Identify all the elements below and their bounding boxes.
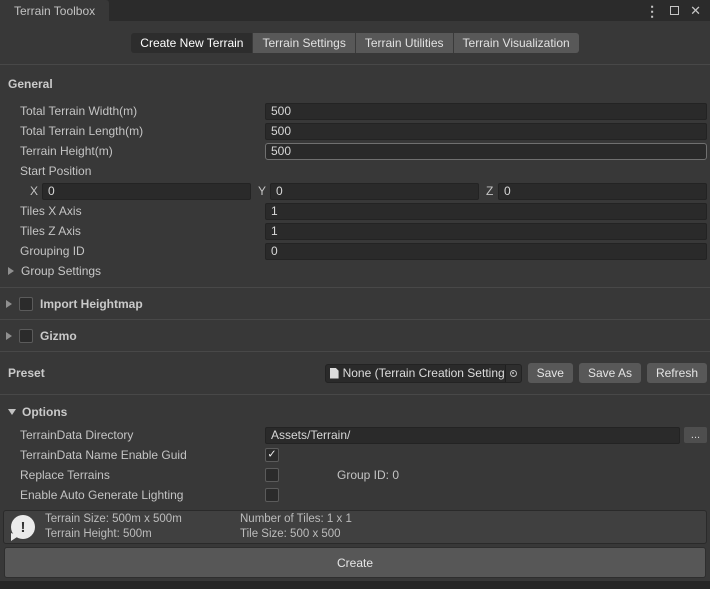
group-settings-foldout[interactable]: Group Settings bbox=[0, 261, 710, 281]
tab-label: Terrain Utilities bbox=[365, 36, 444, 50]
total-terrain-length-input[interactable] bbox=[265, 123, 707, 140]
tab-create-new-terrain[interactable]: Create New Terrain bbox=[131, 33, 253, 53]
chevron-right-icon bbox=[6, 300, 12, 308]
toolbar: Create New Terrain Terrain Settings Terr… bbox=[0, 21, 710, 64]
menu-icon[interactable]: ⋮ bbox=[645, 4, 659, 18]
window-tab[interactable]: Terrain Toolbox bbox=[0, 0, 109, 21]
document-icon bbox=[330, 368, 339, 379]
terrain-height-label: Terrain Height(m) bbox=[0, 144, 265, 158]
info-right-column: Number of Tiles: 1 x 1 Tile Size: 500 x … bbox=[240, 512, 352, 542]
import-heightmap-checkbox[interactable] bbox=[19, 297, 33, 311]
start-position-x-input[interactable] bbox=[42, 183, 251, 200]
terraindata-guid-label: TerrainData Name Enable Guid bbox=[0, 448, 265, 462]
object-picker-icon bbox=[510, 370, 517, 377]
total-terrain-length-row: Total Terrain Length(m) bbox=[0, 121, 710, 141]
browse-button[interactable]: ... bbox=[684, 427, 707, 443]
window-bottom-edge bbox=[0, 581, 710, 589]
preset-object-field[interactable]: None (Terrain Creation Setting bbox=[325, 364, 522, 383]
chevron-right-icon bbox=[6, 332, 12, 340]
total-terrain-width-input[interactable] bbox=[265, 103, 707, 120]
gizmo-label: Gizmo bbox=[40, 329, 77, 343]
z-axis-label: Z bbox=[486, 184, 498, 198]
save-button[interactable]: Save bbox=[528, 363, 573, 383]
preset-label: Preset bbox=[0, 366, 45, 380]
terrain-height-text: Terrain Height: 500m bbox=[45, 527, 240, 542]
group-settings-label: Group Settings bbox=[21, 264, 101, 278]
import-heightmap-section[interactable]: Import Heightmap bbox=[0, 288, 710, 319]
auto-lighting-checkbox[interactable] bbox=[265, 488, 279, 502]
gizmo-checkbox[interactable] bbox=[19, 329, 33, 343]
tiles-x-input[interactable] bbox=[265, 203, 707, 220]
replace-terrains-label: Replace Terrains bbox=[0, 468, 265, 482]
tab-label: Terrain Visualization bbox=[463, 36, 570, 50]
tab-group: Create New Terrain Terrain Settings Terr… bbox=[131, 33, 578, 53]
preset-row: Preset None (Terrain Creation Setting Sa… bbox=[0, 352, 710, 394]
tiles-x-label: Tiles X Axis bbox=[0, 204, 265, 218]
grouping-id-label: Grouping ID bbox=[0, 244, 265, 258]
preset-object-value: None (Terrain Creation Setting bbox=[343, 366, 505, 380]
terraindata-directory-row: TerrainData Directory ... bbox=[0, 425, 710, 445]
object-picker-button[interactable] bbox=[505, 365, 521, 382]
tiles-z-row: Tiles Z Axis bbox=[0, 221, 710, 241]
tiles-z-label: Tiles Z Axis bbox=[0, 224, 265, 238]
tiles-z-input[interactable] bbox=[265, 223, 707, 240]
import-heightmap-label: Import Heightmap bbox=[40, 297, 143, 311]
info-icon: ! bbox=[11, 515, 35, 539]
window-title: Terrain Toolbox bbox=[14, 4, 95, 18]
title-bar: Terrain Toolbox ⋮ ✕ bbox=[0, 0, 710, 21]
terraindata-guid-checkbox[interactable]: ✓ bbox=[265, 448, 279, 462]
tab-label: Terrain Settings bbox=[262, 36, 345, 50]
start-position-xyz-row: X Y Z bbox=[0, 181, 710, 201]
terrain-height-row: Terrain Height(m) bbox=[0, 141, 710, 161]
save-as-button[interactable]: Save As bbox=[579, 363, 641, 383]
group-id-text: Group ID: 0 bbox=[337, 468, 399, 482]
total-terrain-width-label: Total Terrain Width(m) bbox=[0, 104, 265, 118]
create-button[interactable]: Create bbox=[4, 547, 706, 578]
grouping-id-row: Grouping ID bbox=[0, 241, 710, 261]
check-icon: ✓ bbox=[267, 449, 276, 460]
start-position-y-input[interactable] bbox=[270, 183, 479, 200]
exclamation-glyph: ! bbox=[21, 519, 26, 536]
terrain-height-input[interactable] bbox=[265, 143, 707, 160]
replace-terrains-row: Replace Terrains Group ID: 0 bbox=[0, 465, 710, 485]
y-axis-label: Y bbox=[258, 184, 270, 198]
tab-terrain-visualization[interactable]: Terrain Visualization bbox=[454, 33, 579, 53]
start-position-label: Start Position bbox=[0, 164, 91, 178]
start-position-row: Start Position bbox=[0, 161, 710, 181]
maximize-icon[interactable] bbox=[670, 6, 679, 15]
tab-terrain-settings[interactable]: Terrain Settings bbox=[253, 33, 355, 53]
close-icon[interactable]: ✕ bbox=[690, 4, 701, 17]
tab-terrain-utilities[interactable]: Terrain Utilities bbox=[356, 33, 454, 53]
info-left-column: Terrain Size: 500m x 500m Terrain Height… bbox=[45, 512, 240, 542]
x-axis-label: X bbox=[30, 184, 42, 198]
terrain-size-text: Terrain Size: 500m x 500m bbox=[45, 512, 240, 527]
grouping-id-input[interactable] bbox=[265, 243, 707, 260]
tab-label: Create New Terrain bbox=[140, 36, 243, 50]
total-terrain-length-label: Total Terrain Length(m) bbox=[0, 124, 265, 138]
general-header: General bbox=[0, 65, 710, 101]
start-position-z-input[interactable] bbox=[498, 183, 707, 200]
terraindata-guid-row: TerrainData Name Enable Guid ✓ bbox=[0, 445, 710, 465]
window-controls: ⋮ ✕ bbox=[645, 0, 710, 21]
options-header: Options bbox=[22, 405, 67, 419]
refresh-button[interactable]: Refresh bbox=[647, 363, 707, 383]
total-terrain-width-row: Total Terrain Width(m) bbox=[0, 101, 710, 121]
chevron-right-icon bbox=[8, 267, 14, 275]
gizmo-section[interactable]: Gizmo bbox=[0, 320, 710, 351]
chevron-down-icon bbox=[8, 409, 16, 415]
terraindata-directory-input[interactable] bbox=[265, 427, 680, 444]
tile-size-text: Tile Size: 500 x 500 bbox=[240, 527, 352, 542]
options-foldout[interactable]: Options bbox=[0, 395, 710, 425]
number-of-tiles-text: Number of Tiles: 1 x 1 bbox=[240, 512, 352, 527]
terraindata-directory-label: TerrainData Directory bbox=[0, 428, 265, 442]
replace-terrains-checkbox[interactable] bbox=[265, 468, 279, 482]
tiles-x-row: Tiles X Axis bbox=[0, 201, 710, 221]
auto-lighting-label: Enable Auto Generate Lighting bbox=[0, 488, 265, 502]
info-box: ! Terrain Size: 500m x 500m Terrain Heig… bbox=[3, 510, 707, 544]
auto-lighting-row: Enable Auto Generate Lighting bbox=[0, 485, 710, 505]
